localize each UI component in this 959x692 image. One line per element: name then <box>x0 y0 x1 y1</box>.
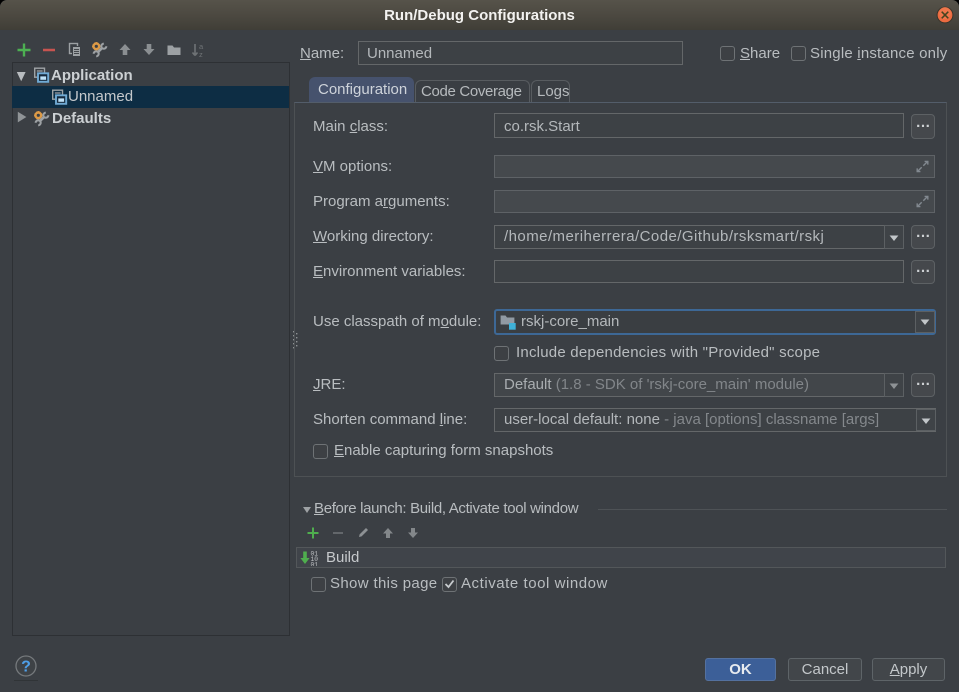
svg-text:01: 01 <box>311 561 319 566</box>
svg-text:?: ? <box>21 659 31 676</box>
svg-text:z: z <box>199 50 203 58</box>
